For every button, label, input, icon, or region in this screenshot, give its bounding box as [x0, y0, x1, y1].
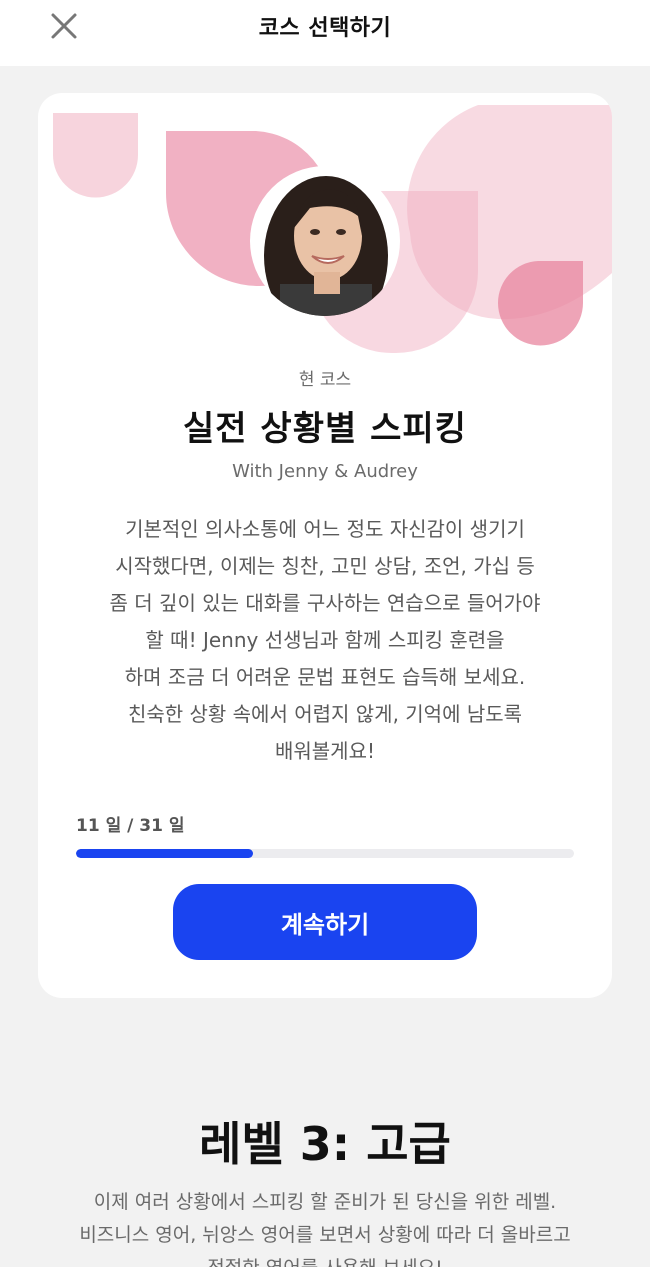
description-line: 기본적인 의사소통에 어느 정도 자신감이 생기기	[125, 517, 525, 541]
description-line: 하며 조금 더 어려운 문법 표현도 습득해 보세요.	[124, 665, 526, 689]
page-title: 코스 선택하기	[258, 16, 392, 41]
instructor-avatar	[250, 166, 400, 316]
description-line: 좀 더 깊이 있는 대화를 구사하는 연습으로 들어가야	[109, 591, 541, 615]
current-course-card: 현 코스 실전 상황별 스피킹 With Jenny & Audrey 기본적인…	[38, 93, 612, 998]
progress-days-text: 11 일 / 31 일	[76, 816, 185, 836]
level-description-line: 적절한 영어를 사용해 보세요!	[40, 1252, 610, 1267]
top-bar: 코스 선택하기	[0, 0, 650, 66]
continue-button[interactable]: 계속하기	[173, 884, 477, 960]
progress-bar	[76, 849, 574, 858]
course-title: 실전 상황별 스피킹	[183, 409, 467, 449]
course-instructors: With Jenny & Audrey	[232, 461, 418, 482]
course-description: 기본적인 의사소통에 어느 정도 자신감이 생기기 시작했다면, 이제는 칭찬,…	[72, 511, 578, 770]
level-description-line: 비즈니스 영어, 뉘앙스 영어를 보면서 상황에 따라 더 올바르고	[79, 1224, 571, 1246]
description-line: 시작했다면, 이제는 칭찬, 고민 상담, 조언, 가십 등	[115, 554, 535, 578]
current-course-label: 현 코스	[298, 370, 352, 390]
description-line: 배워볼게요!	[274, 739, 376, 763]
description-line: 할 때! Jenny 선생님과 함께 스피킹 훈련을	[145, 628, 505, 652]
level-description-line: 이제 여러 상황에서 스피킹 할 준비가 된 당신을 위한 레벨.	[93, 1191, 557, 1213]
level-description: 이제 여러 상황에서 스피킹 할 준비가 된 당신을 위한 레벨. 비즈니스 영…	[40, 1186, 610, 1267]
description-line: 친숙한 상황 속에서 어렵지 않게, 기억에 남도록	[127, 702, 523, 726]
level-title: 레벨 3: 고급	[199, 1117, 451, 1171]
progress-bar-fill	[76, 849, 253, 858]
